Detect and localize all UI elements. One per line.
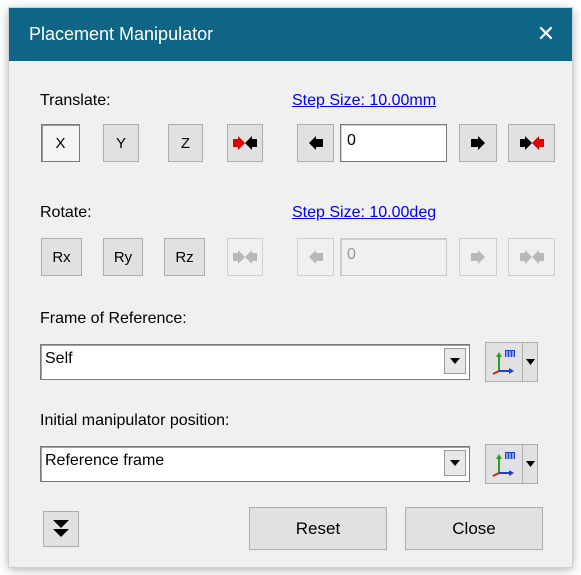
frame-of-reference-pick-button[interactable] — [485, 342, 523, 382]
frame-axes-icon — [492, 452, 515, 477]
expand-button[interactable] — [43, 511, 79, 547]
translate-step-size-link[interactable]: Step Size: 10.00mm — [292, 92, 436, 110]
rotate-rx-button[interactable]: Rx — [41, 238, 82, 276]
placement-manipulator-dialog: Placement Manipulator ✕ Translate: Step … — [9, 8, 572, 567]
translate-value-input[interactable]: 0 — [340, 124, 447, 162]
initial-position-value: Reference frame — [45, 452, 165, 469]
rotate-rz-label: Rz — [175, 248, 194, 266]
jump-to-min-icon — [233, 136, 257, 150]
chevron-down-icon — [525, 461, 535, 467]
frame-axes-icon — [492, 350, 515, 375]
initial-position-label: Initial manipulator position: — [40, 412, 230, 429]
rotate-label: Rotate: — [40, 204, 92, 221]
rotate-jump-max-button[interactable] — [508, 238, 555, 276]
translate-step-left-button[interactable] — [297, 124, 334, 162]
arrow-right-icon — [471, 250, 485, 264]
rotate-ry-button[interactable]: Ry — [103, 238, 143, 276]
initial-position-menu-button[interactable] — [522, 444, 538, 484]
rotate-step-left-button[interactable] — [297, 238, 334, 276]
translate-z-button[interactable]: Z — [168, 124, 203, 162]
reset-button[interactable]: Reset — [249, 507, 387, 550]
frame-of-reference-value: Self — [45, 350, 73, 367]
chevron-down-icon[interactable] — [444, 450, 466, 476]
chevron-down-icon — [525, 359, 535, 365]
rotate-jump-min-button[interactable] — [227, 238, 263, 276]
translate-label: Translate: — [40, 92, 111, 109]
arrow-left-icon — [308, 136, 323, 150]
frame-of-reference-menu-button[interactable] — [522, 342, 538, 382]
double-chevron-down-icon — [53, 520, 69, 537]
frame-of-reference-label: Frame of Reference: — [40, 310, 187, 327]
chevron-down-icon[interactable] — [444, 348, 466, 374]
rotate-value-input[interactable]: 0 — [340, 238, 447, 276]
arrow-left-icon — [308, 250, 323, 264]
rotate-step-right-button[interactable] — [459, 238, 497, 276]
jump-to-max-icon — [519, 250, 544, 264]
rotate-rz-button[interactable]: Rz — [164, 238, 205, 276]
title-bar[interactable]: Placement Manipulator ✕ — [9, 8, 572, 61]
close-window-button[interactable]: ✕ — [532, 20, 560, 48]
jump-to-min-icon — [233, 250, 257, 264]
rotate-rx-label: Rx — [52, 248, 71, 266]
window-title: Placement Manipulator — [29, 24, 214, 44]
initial-position-select[interactable]: Reference frame — [40, 446, 470, 482]
translate-x-label: X — [55, 134, 66, 152]
translate-jump-min-button[interactable] — [227, 124, 263, 162]
initial-position-pick-button[interactable] — [485, 444, 523, 484]
rotate-step-size-link[interactable]: Step Size: 10.00deg — [292, 204, 436, 222]
frame-of-reference-select[interactable]: Self — [40, 344, 470, 380]
translate-y-label: Y — [115, 134, 126, 152]
jump-to-max-icon — [519, 136, 544, 150]
translate-step-right-button[interactable] — [459, 124, 497, 162]
arrow-right-icon — [471, 136, 485, 150]
translate-jump-max-button[interactable] — [508, 124, 555, 162]
translate-z-label: Z — [180, 134, 191, 152]
close-button[interactable]: Close — [405, 507, 543, 550]
rotate-ry-label: Ry — [113, 248, 133, 266]
translate-x-button[interactable]: X — [41, 124, 80, 162]
translate-y-button[interactable]: Y — [103, 124, 139, 162]
